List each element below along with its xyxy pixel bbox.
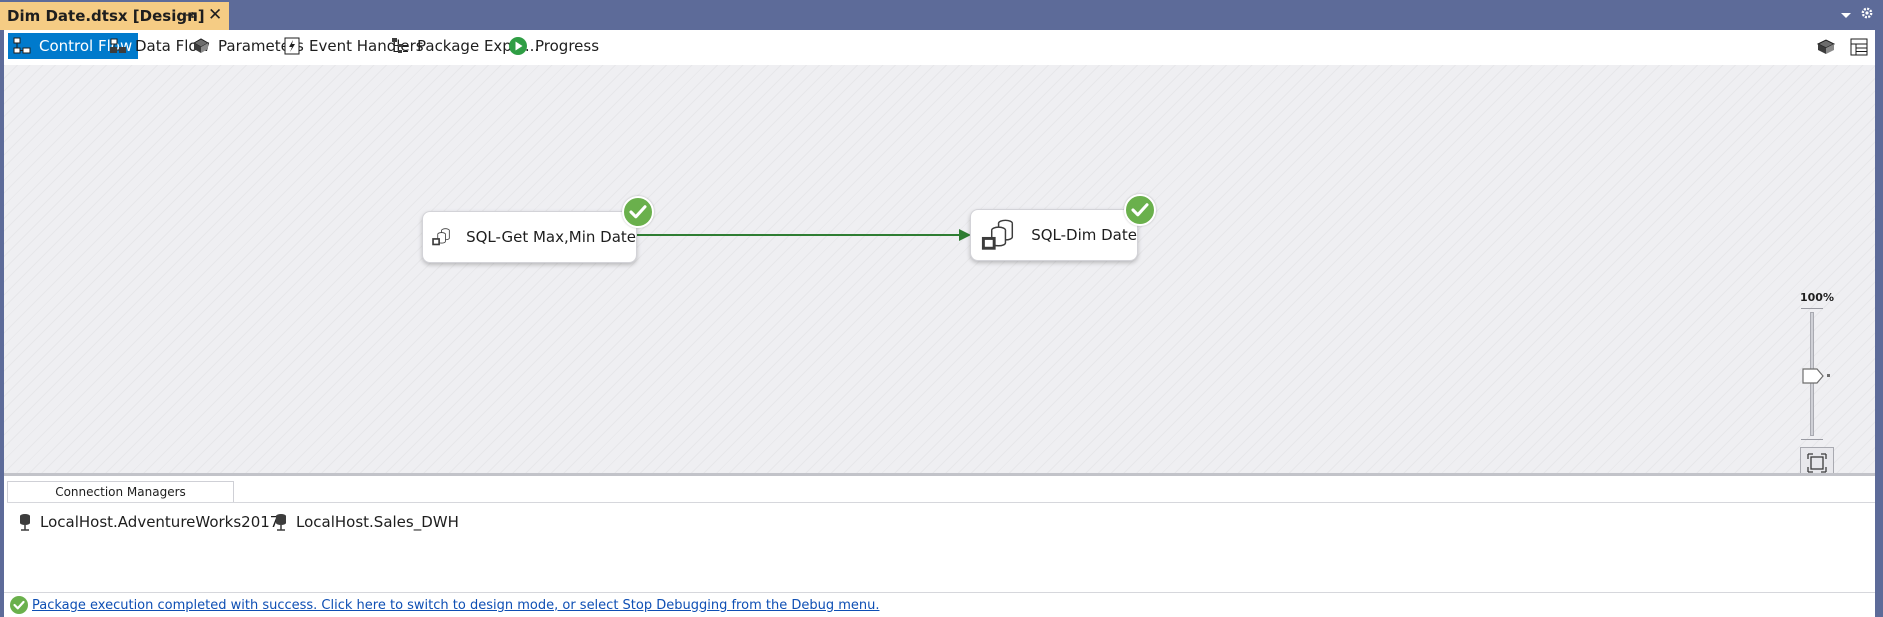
execution-status-bar: Package execution completed with success… xyxy=(4,592,1875,617)
package-explorer-icon xyxy=(392,38,408,53)
designer-toolbar: Control Flow Data Flow Parameters Event … xyxy=(4,30,1875,64)
document-tab-title: Dim Date.dtsx [Design] xyxy=(7,7,205,25)
zoom-track-bottom xyxy=(1801,439,1823,440)
tab-list-dropdown-icon[interactable] xyxy=(1839,8,1853,22)
package-designer: Control Flow Data Flow Parameters Event … xyxy=(4,30,1875,617)
connection-item[interactable]: LocalHost.AdventureWorks2017 xyxy=(18,513,279,531)
control-flow-icon xyxy=(13,37,31,54)
zoom-slider-thumb[interactable] xyxy=(1802,367,1832,385)
zoom-track-top xyxy=(1801,308,1823,309)
success-check-icon xyxy=(10,596,28,614)
progress-icon xyxy=(509,37,527,55)
data-flow-icon xyxy=(110,38,126,53)
tab-progress[interactable]: Progress xyxy=(504,33,605,59)
variables-icon[interactable] xyxy=(1815,36,1837,58)
task-name: SQL-Dim Date xyxy=(1031,226,1137,244)
connection-item[interactable]: LocalHost.Sales_DWH xyxy=(274,513,459,531)
database-connection-icon xyxy=(276,514,286,531)
pin-icon[interactable] xyxy=(183,7,199,23)
database-connection-icon xyxy=(20,514,30,531)
task-sql-dim-date[interactable]: SQL-Dim Date xyxy=(970,209,1138,261)
close-icon[interactable]: ✕ xyxy=(208,6,222,24)
zoom-to-fit-button[interactable] xyxy=(1800,447,1834,473)
success-check-icon xyxy=(1124,194,1156,226)
document-tab[interactable]: Dim Date.dtsx [Design] ✕ xyxy=(0,2,229,30)
control-flow-canvas[interactable]: SQL-Get Max,Min Date SQL-Dim Date 100% xyxy=(4,65,1875,476)
divider xyxy=(7,502,1875,503)
document-tab-strip: Dim Date.dtsx [Design] ✕ xyxy=(0,0,1883,30)
event-handlers-icon xyxy=(284,37,300,55)
connection-name: LocalHost.Sales_DWH xyxy=(296,513,459,531)
execute-sql-task-icon xyxy=(981,219,1014,250)
connection-managers-tab[interactable]: Connection Managers xyxy=(7,481,234,502)
parameters-icon xyxy=(192,38,210,53)
ssis-toolbox-icon[interactable] xyxy=(1848,36,1870,58)
task-sql-get-max-min-date[interactable]: SQL-Get Max,Min Date xyxy=(422,211,637,263)
precedence-constraint[interactable] xyxy=(4,65,1875,473)
gear-icon[interactable] xyxy=(1859,5,1875,21)
zoom-level-label: 100% xyxy=(1800,291,1834,304)
tab-progress-label: Progress xyxy=(535,37,600,55)
success-check-icon xyxy=(622,196,654,228)
task-name: SQL-Get Max,Min Date xyxy=(466,228,636,246)
execute-sql-task-icon xyxy=(432,228,450,246)
switch-to-design-mode-link[interactable]: Package execution completed with success… xyxy=(32,598,879,613)
zoom-to-fit-icon xyxy=(1807,453,1827,473)
connection-name: LocalHost.AdventureWorks2017 xyxy=(40,513,280,531)
